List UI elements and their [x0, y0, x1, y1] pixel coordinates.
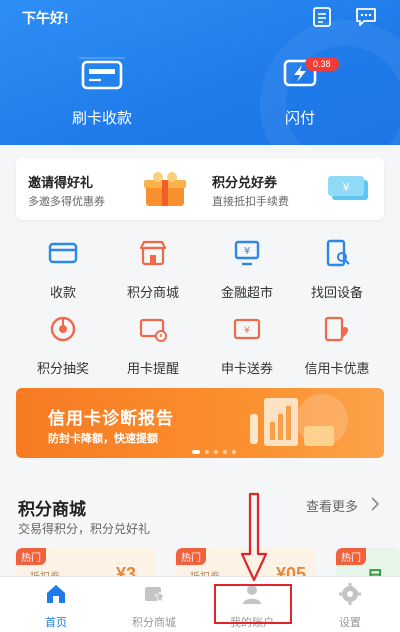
chevron-right-icon[interactable] — [370, 497, 380, 511]
list-icon[interactable] — [311, 7, 333, 27]
see-more-link[interactable]: 查看更多 — [306, 496, 358, 515]
grid-item-collect[interactable]: 收款 — [18, 238, 108, 301]
svg-text:¥: ¥ — [244, 326, 250, 336]
finance-market-icon: ¥ — [234, 240, 260, 266]
grid-item-lottery[interactable]: 积分抽奖 — [18, 314, 108, 377]
section-subtitle-mall: 交易得积分，积分兑好礼 — [18, 522, 151, 536]
rate-badge: 0.38 — [305, 57, 339, 71]
tab-mall[interactable]: 积分商城 — [104, 583, 204, 630]
tab-label-settings: 设置 — [339, 617, 361, 629]
invite-title: 邀请得好礼 — [28, 175, 94, 190]
home-icon — [47, 585, 65, 603]
mall-tab-icon — [145, 587, 166, 603]
find-device-icon — [326, 239, 350, 267]
grid-label-find-device: 找回设备 — [310, 285, 363, 300]
tab-label-mall: 积分商城 — [132, 617, 176, 629]
grid-item-credit-offer[interactable]: 信用卡优惠 — [292, 314, 382, 377]
lottery-disc-icon — [50, 316, 76, 342]
grid-item-points-mall[interactable]: 积分商城 — [108, 238, 198, 301]
coupon-ticket-icon: ¥ — [328, 176, 368, 200]
message-icon[interactable] — [355, 7, 377, 27]
pager-dot[interactable] — [205, 450, 209, 454]
svg-text:¥: ¥ — [343, 181, 350, 194]
store-icon — [139, 240, 167, 266]
pager-dot[interactable] — [223, 450, 227, 454]
pager-dot[interactable] — [232, 450, 236, 454]
annotation-highlight-box — [214, 584, 292, 624]
greeting-text: 下午好! — [22, 10, 69, 26]
flash-pay-label: 闪付 — [284, 110, 315, 127]
promo-card: 邀请得好礼 多邀多得优惠券 积分兑好券 直接抵扣手续费 ¥ — [16, 158, 384, 220]
section-title-mall: 积分商城 — [18, 500, 86, 519]
hot-badge: 热门 — [16, 548, 46, 565]
svg-text:¥: ¥ — [244, 246, 250, 257]
banner-subtitle: 防封卡降额，快速提额 — [48, 433, 158, 445]
settings-gear-icon — [339, 583, 361, 605]
banner-title: 信用卡诊断报告 — [48, 409, 174, 428]
tab-home[interactable]: 首页 — [6, 583, 106, 630]
credit-report-banner[interactable]: 信用卡诊断报告 防封卡降额，快速提额 — [16, 388, 384, 458]
apply-card-icon: ¥ — [233, 318, 261, 340]
card-reminder-icon — [139, 318, 167, 342]
points-coupon-title: 积分兑好券 — [212, 175, 278, 190]
bottom-tab-bar: 首页 积分商城 我的账户 设置 — [0, 576, 400, 632]
grid-label-points-mall: 积分商城 — [126, 285, 179, 300]
grid-label-card-reminder: 用卡提醒 — [126, 361, 179, 376]
grid-label-collect: 收款 — [49, 285, 76, 300]
hot-badge: 热门 — [336, 548, 366, 565]
grid-label-credit-offer: 信用卡优惠 — [304, 361, 370, 376]
points-coupon-entry[interactable]: 积分兑好券 直接抵扣手续费 ¥ — [200, 158, 384, 220]
card-icon — [48, 242, 78, 264]
invite-subtitle: 多邀多得优惠券 — [28, 196, 105, 208]
gift-box-icon — [144, 172, 186, 206]
invite-gift-entry[interactable]: 邀请得好礼 多邀多得优惠券 — [16, 158, 200, 220]
grid-label-lottery: 积分抽奖 — [36, 361, 89, 376]
annotation-arrow-icon — [240, 492, 268, 582]
grid-item-finance-market[interactable]: ¥ 金融超市 — [202, 238, 292, 301]
grid-item-find-device[interactable]: 找回设备 — [292, 238, 382, 301]
card-reader-icon — [79, 57, 125, 90]
banner-pager — [192, 450, 236, 454]
grid-label-apply-card: 申卡送券 — [220, 361, 273, 376]
pager-dot[interactable] — [192, 450, 200, 454]
swipe-card-label: 刷卡收款 — [71, 110, 132, 127]
tab-label-home: 首页 — [45, 617, 67, 629]
hot-badge: 热门 — [176, 548, 206, 565]
header-banner: 下午好! 刷卡收款 闪付 0.38 — [0, 0, 400, 145]
credit-card-offer-icon — [324, 316, 348, 342]
grid-item-card-reminder[interactable]: 用卡提醒 — [108, 314, 198, 377]
points-coupon-subtitle: 直接抵扣手续费 — [212, 196, 289, 208]
swipe-card-button[interactable]: 刷卡收款 — [52, 56, 152, 128]
grid-item-apply-card[interactable]: ¥ 申卡送券 — [202, 314, 292, 377]
pager-dot[interactable] — [214, 450, 218, 454]
grid-label-finance-market: 金融超市 — [220, 285, 273, 300]
report-illustration-icon — [250, 394, 348, 446]
tab-settings[interactable]: 设置 — [300, 583, 400, 630]
